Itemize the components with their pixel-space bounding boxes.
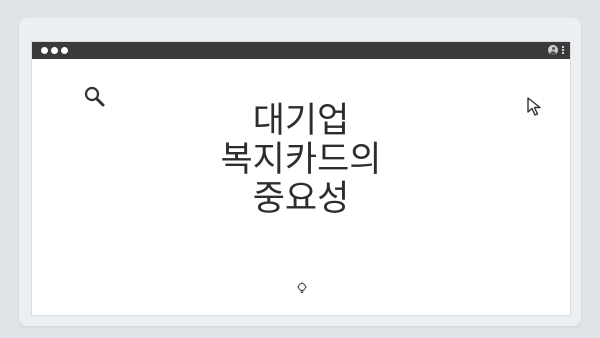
lightbulb-icon xyxy=(297,281,307,293)
title-line: 복지카드의 xyxy=(220,140,382,180)
kebab-menu-icon[interactable] xyxy=(562,46,564,54)
page-title: 대기업 복지카드의 중요성 xyxy=(32,102,570,219)
user-icon[interactable] xyxy=(548,45,558,55)
titlebar-actions xyxy=(548,45,564,55)
browser-window: 대기업 복지카드의 중요성 xyxy=(31,41,571,316)
window-control-dot[interactable] xyxy=(51,47,58,54)
page-canvas: ○○○○ 대기업 복지카드의 중요성 xyxy=(0,0,600,338)
window-control-dot[interactable] xyxy=(61,47,68,54)
window-titlebar xyxy=(32,42,570,59)
title-line: 대기업 xyxy=(252,101,350,141)
window-controls[interactable] xyxy=(41,47,68,54)
title-line: 중요성 xyxy=(252,179,350,219)
window-control-dot[interactable] xyxy=(41,47,48,54)
